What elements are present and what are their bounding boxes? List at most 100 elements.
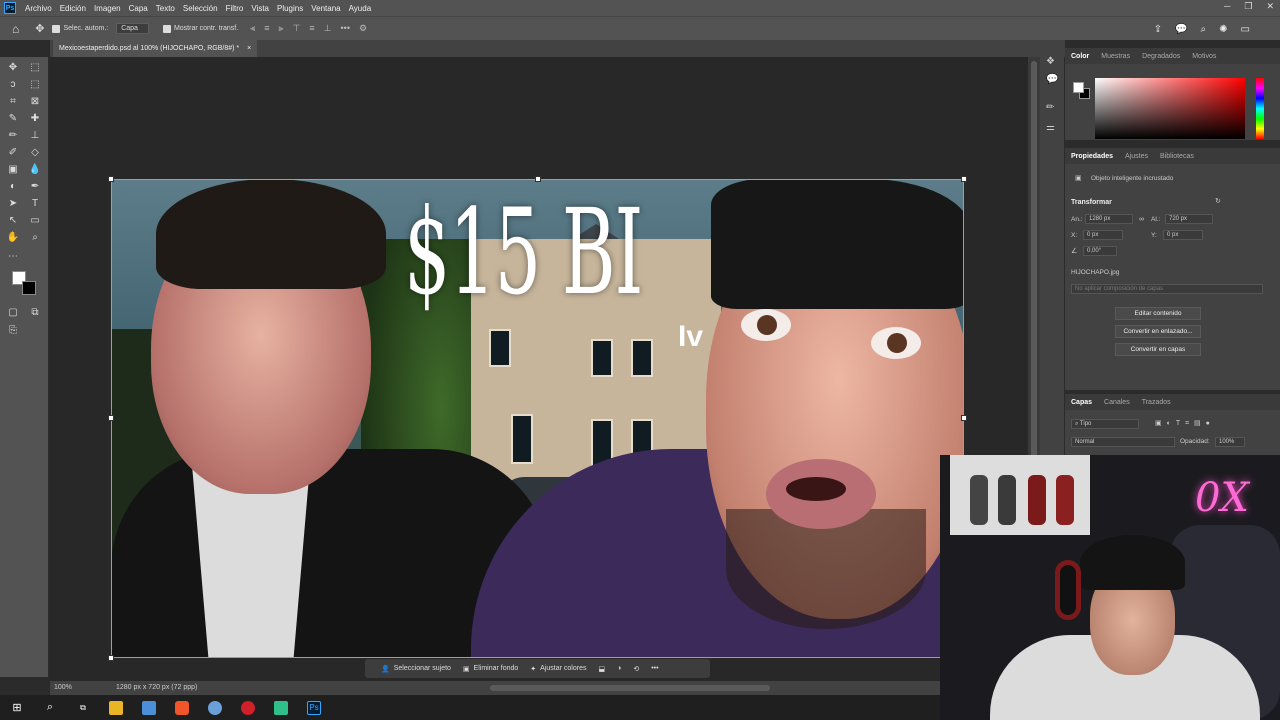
brush-settings-icon[interactable]: ✏	[1046, 102, 1058, 114]
edit-toolbar-icon[interactable]: ⎘	[6, 323, 20, 337]
tab-degradados[interactable]: Degradados	[1142, 53, 1180, 60]
tab-propiedades[interactable]: Propiedades	[1071, 153, 1113, 160]
tab-close-icon[interactable]: ×	[247, 45, 251, 52]
dodge-tool-icon[interactable]: ◐	[6, 179, 20, 193]
menu-vista[interactable]: Vista	[247, 4, 273, 13]
background-color-swatch[interactable]	[22, 281, 36, 295]
more-options-icon[interactable]: •••	[341, 23, 350, 34]
app-icon[interactable]	[208, 700, 222, 715]
x-field[interactable]: 0 px	[1083, 230, 1123, 240]
menu-ventana[interactable]: Ventana	[307, 4, 344, 13]
auto-select-checkbox[interactable]	[52, 24, 61, 33]
tab-color[interactable]: Color	[1071, 53, 1089, 60]
type-tool-icon[interactable]: T	[28, 196, 42, 210]
shape-tool-icon[interactable]: ▭	[28, 213, 42, 227]
layer-comp-select[interactable]: No aplicar composición de capas	[1071, 284, 1263, 294]
photoshop-taskbar-icon[interactable]: Ps	[307, 700, 321, 715]
tab-muestras[interactable]: Muestras	[1101, 53, 1130, 60]
close-icon[interactable]: ✕	[1266, 1, 1274, 12]
app-red-icon[interactable]	[241, 700, 255, 715]
edit-contents-button[interactable]: Editar contenido	[1115, 307, 1201, 320]
stamp-tool-icon[interactable]: ⊥	[28, 128, 42, 142]
transform-handle[interactable]	[108, 655, 114, 661]
move-tool-icon[interactable]: ✥	[35, 22, 44, 35]
task-view-icon[interactable]: ⧉	[76, 701, 90, 715]
tab-motivos[interactable]: Motivos	[1192, 53, 1216, 60]
menu-edicion[interactable]: Edición	[56, 4, 90, 13]
remove-background-button[interactable]: ▣ Eliminar fondo	[463, 665, 518, 673]
align-middle-icon[interactable]: ≡	[309, 23, 314, 34]
learn-icon[interactable]: ❖	[1046, 56, 1058, 68]
convert-to-linked-button[interactable]: Convertir en enlazado...	[1115, 325, 1201, 338]
more-tools-icon[interactable]: ⋯	[6, 249, 20, 263]
healing-brush-icon[interactable]: ✚	[28, 111, 42, 125]
history-brush-icon[interactable]: ✐	[6, 145, 20, 159]
transform-handle[interactable]	[961, 176, 967, 182]
menu-seleccion[interactable]: Selección	[179, 4, 222, 13]
transform-handle[interactable]	[108, 415, 114, 421]
eraser-tool-icon[interactable]: ◇	[28, 145, 42, 159]
height-field[interactable]: 720 px	[1165, 214, 1213, 224]
comments-icon[interactable]: 💬	[1046, 74, 1058, 86]
workspace-icon[interactable]: ▭	[1241, 24, 1250, 35]
brave-browser-icon[interactable]	[175, 700, 189, 715]
menu-texto[interactable]: Texto	[152, 4, 179, 13]
menu-filtro[interactable]: Filtro	[222, 4, 248, 13]
align-left-icon[interactable]: ⫷	[250, 23, 255, 34]
align-right-icon[interactable]: ⫸	[278, 23, 283, 34]
y-field[interactable]: 0 px	[1163, 230, 1203, 240]
direct-select-icon[interactable]: ↖	[6, 213, 20, 227]
adjustments-icon[interactable]: ⚌	[1046, 122, 1058, 134]
angle-field[interactable]: 0,00°	[1083, 246, 1117, 256]
object-select-icon[interactable]: ⬚	[28, 77, 42, 91]
share-icon[interactable]: ⇪	[1154, 24, 1162, 35]
document-tab[interactable]: Mexicoestaperdido.psd al 100% (HIJOCHAPO…	[53, 40, 258, 57]
pen-tool-icon[interactable]: ✒	[28, 179, 42, 193]
menu-ayuda[interactable]: Ayuda	[345, 4, 376, 13]
hand-tool-icon[interactable]: ✋	[6, 230, 20, 244]
lasso-tool-icon[interactable]: ↄ	[6, 77, 20, 91]
layer-filter-select[interactable]: ⌕ Tipo	[1071, 419, 1139, 429]
blur-tool-icon[interactable]: 💧	[28, 162, 42, 176]
document-info[interactable]: 1280 px x 720 px (72 ppp)	[116, 684, 197, 691]
auto-select-dropdown[interactable]: Capa	[116, 23, 149, 34]
menu-archivo[interactable]: Archivo	[21, 4, 56, 13]
comment-icon[interactable]: 💬	[1175, 24, 1187, 35]
quick-mask-icon[interactable]: ▢	[6, 305, 20, 319]
home-icon[interactable]: ⌂	[12, 22, 19, 36]
tab-bibliotecas[interactable]: Bibliotecas	[1160, 153, 1194, 160]
transform-handle[interactable]	[961, 415, 967, 421]
show-transform-checkbox[interactable]	[162, 24, 171, 33]
zoom-tool-icon[interactable]: ⌕	[28, 230, 42, 244]
foreground-color-chip[interactable]	[1073, 82, 1084, 93]
more-options-button[interactable]: •••	[651, 665, 658, 672]
mask-icon[interactable]: ◑	[617, 665, 621, 672]
align-center-icon[interactable]: ≡	[264, 23, 269, 34]
tab-canales[interactable]: Canales	[1104, 399, 1130, 406]
reset-transform-icon[interactable]: ↻	[1215, 197, 1221, 205]
file-explorer-icon[interactable]	[109, 700, 123, 715]
link-icon[interactable]: ∞	[1139, 216, 1144, 223]
screen-mode-icon[interactable]: ⧉	[28, 305, 42, 319]
windows-start-icon[interactable]: ⊞	[10, 701, 24, 715]
width-field[interactable]: 1280 px	[1085, 214, 1133, 224]
opacity-field[interactable]: 100%	[1215, 437, 1245, 447]
horizontal-scroll-thumb[interactable]	[490, 685, 770, 691]
adjust-colors-button[interactable]: ✦ Ajustar colores	[530, 665, 586, 673]
crop-tool-icon[interactable]: ⌗	[6, 94, 20, 108]
color-picker-field[interactable]	[1095, 78, 1245, 139]
menu-capa[interactable]: Capa	[125, 4, 152, 13]
menu-imagen[interactable]: Imagen	[90, 4, 125, 13]
align-top-icon[interactable]: ⊤	[293, 23, 301, 34]
transform-handle[interactable]	[108, 176, 114, 182]
zoom-level[interactable]: 100%	[54, 684, 72, 691]
eyedropper-icon[interactable]: ✎	[6, 111, 20, 125]
search-icon[interactable]: ⌕	[1201, 24, 1207, 35]
path-select-icon[interactable]: ➤	[6, 196, 20, 210]
frame-tool-icon[interactable]: ⊠	[28, 94, 42, 108]
store-icon[interactable]	[142, 700, 156, 715]
app-green-icon[interactable]	[274, 700, 288, 715]
minimize-icon[interactable]: ─	[1224, 1, 1230, 12]
transform-handle[interactable]	[535, 176, 541, 182]
tab-trazados[interactable]: Trazados	[1142, 399, 1171, 406]
